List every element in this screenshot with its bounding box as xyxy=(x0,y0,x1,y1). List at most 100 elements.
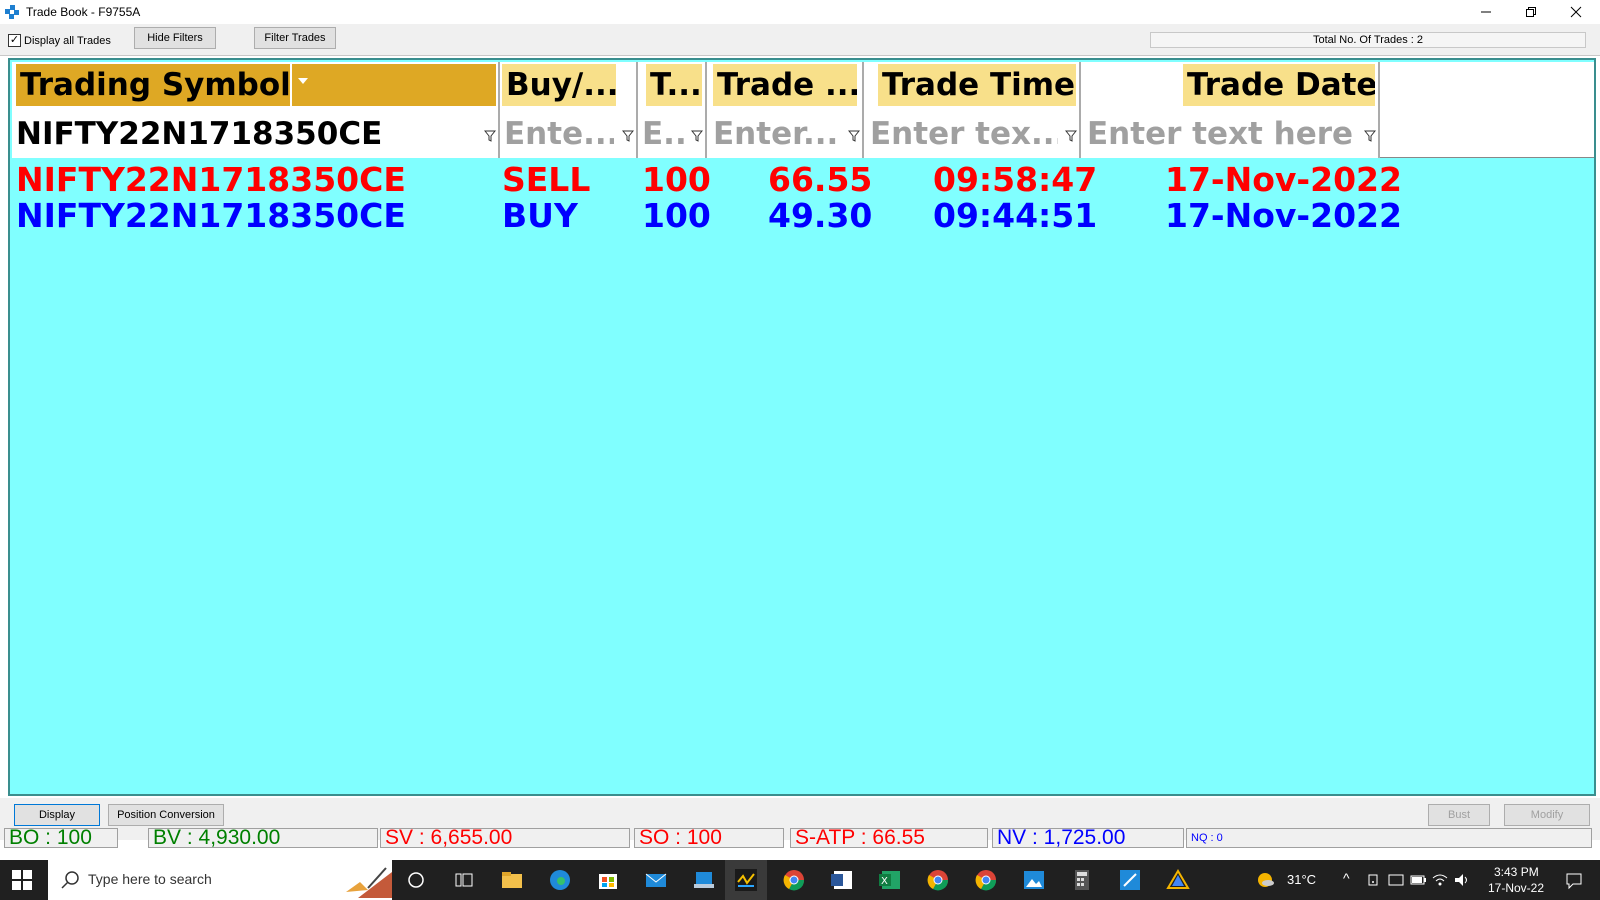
filter-buy-sell[interactable]: Ente... xyxy=(500,110,638,158)
filter-icon[interactable] xyxy=(848,130,860,142)
taskbar-search-box[interactable]: Type here to search xyxy=(48,860,392,900)
notification-icon[interactable] xyxy=(1560,866,1588,894)
sort-indicator[interactable] xyxy=(292,64,496,106)
store-icon[interactable] xyxy=(594,866,622,894)
cell-price: 66.55 xyxy=(768,160,873,199)
bust-button[interactable]: Bust xyxy=(1428,804,1490,826)
filter-icon[interactable] xyxy=(484,130,496,142)
edge-icon[interactable] xyxy=(546,866,574,894)
chrome-profile2-icon[interactable] xyxy=(972,866,1000,894)
filter-input[interactable]: Enter text here xyxy=(1087,114,1355,154)
task-view-icon[interactable] xyxy=(450,866,478,894)
position-conversion-button[interactable]: Position Conversion xyxy=(108,804,224,826)
restore-button[interactable] xyxy=(1508,0,1554,24)
cell-symbol: NIFTY22N1718350CE xyxy=(16,160,406,199)
word-icon[interactable] xyxy=(828,866,856,894)
filter-icon[interactable] xyxy=(1065,130,1077,142)
photos-icon[interactable] xyxy=(1020,866,1048,894)
status-nq: NQ : 0 xyxy=(1186,828,1592,848)
grid-filter-row: NIFTY22N1718350CE Ente... E.. Enter... E… xyxy=(12,110,1594,158)
filter-trading-symbol[interactable]: NIFTY22N1718350CE xyxy=(12,110,500,158)
chrome-icon[interactable] xyxy=(780,866,808,894)
clock-time[interactable]: 3:43 PM xyxy=(1494,865,1539,879)
cortana-icon[interactable] xyxy=(402,866,430,894)
column-header-trading-symbol[interactable]: Trading Symbol xyxy=(12,62,500,110)
table-row[interactable]: NIFTY22N1718350CE SELL 100 66.55 09:58:4… xyxy=(12,162,1594,198)
app-icon xyxy=(5,5,19,19)
column-header-trade-time[interactable]: Trade Time xyxy=(864,62,1081,110)
chrome-profile-icon[interactable] xyxy=(924,866,952,894)
filter-trade-price[interactable]: Enter... xyxy=(707,110,864,158)
display-all-trades-label: Display all Trades xyxy=(24,34,111,47)
status-bo: BO : 100 xyxy=(4,828,118,848)
volume-icon[interactable] xyxy=(1448,866,1476,894)
status-so: SO : 100 xyxy=(634,828,784,848)
filter-input[interactable]: Enter... xyxy=(713,114,839,154)
svg-text:X: X xyxy=(881,876,888,887)
column-header-label: Buy/... xyxy=(502,64,616,106)
cell-symbol: NIFTY22N1718350CE xyxy=(16,196,406,235)
cell-date: 17-Nov-2022 xyxy=(1165,196,1402,235)
column-header-quantity[interactable]: T... xyxy=(638,62,707,110)
clock-date[interactable]: 17-Nov-22 xyxy=(1488,881,1544,895)
taskbar: Type here to search X 31°C ^ 3:43 PM 17-… xyxy=(0,860,1600,900)
weather-temperature[interactable]: 31°C xyxy=(1287,872,1316,887)
file-explorer-icon[interactable] xyxy=(498,866,526,894)
filter-trade-time[interactable]: Enter tex... xyxy=(864,110,1081,158)
filter-quantity[interactable]: E.. xyxy=(638,110,707,158)
modify-button[interactable]: Modify xyxy=(1504,804,1590,826)
close-button[interactable] xyxy=(1553,0,1599,24)
toolbar: ✓ Display all Trades Hide Filters Filter… xyxy=(0,24,1600,56)
mail-icon[interactable] xyxy=(642,866,670,894)
cell-quantity: 100 xyxy=(642,196,711,235)
display-all-trades-checkbox[interactable]: ✓ Display all Trades xyxy=(8,34,111,47)
filter-input[interactable]: Enter tex... xyxy=(870,114,1058,154)
grid-header-row: Trading Symbol Buy/... T... Trade ... Tr… xyxy=(12,62,1594,110)
cell-side: SELL xyxy=(502,160,591,199)
excel-icon[interactable]: X xyxy=(876,866,904,894)
filter-icon[interactable] xyxy=(1364,130,1376,142)
filter-input[interactable]: E.. xyxy=(642,114,686,154)
status-bv: BV : 4,930.00 xyxy=(148,828,378,848)
drive-icon[interactable] xyxy=(1164,866,1192,894)
filter-trades-button[interactable]: Filter Trades xyxy=(254,27,336,49)
windows-start-icon[interactable] xyxy=(12,870,32,890)
search-icon xyxy=(61,871,79,889)
column-header-label: Trading Symbol xyxy=(16,64,290,106)
weather-icon[interactable] xyxy=(1252,866,1280,894)
filter-trade-date[interactable]: Enter text here xyxy=(1081,110,1380,158)
cell-time: 09:58:47 xyxy=(933,160,1098,199)
column-header-trade-price[interactable]: Trade ... xyxy=(707,62,864,110)
column-header-label: Trade Date xyxy=(1183,64,1375,106)
show-hidden-icons-icon[interactable]: ^ xyxy=(1343,870,1350,886)
status-sv: SV : 6,655.00 xyxy=(380,828,630,848)
search-placeholder: Type here to search xyxy=(88,871,212,887)
trading-app-icon[interactable] xyxy=(732,866,760,894)
table-row[interactable]: NIFTY22N1718350CE BUY 100 49.30 09:44:51… xyxy=(12,198,1594,234)
bottom-bar: Display Position Conversion Bust Modify … xyxy=(0,798,1600,848)
calculator-icon[interactable] xyxy=(1068,866,1096,894)
filter-icon[interactable] xyxy=(622,130,634,142)
column-header-label: T... xyxy=(646,64,702,106)
column-header-buy-sell[interactable]: Buy/... xyxy=(500,62,638,110)
filter-input[interactable]: NIFTY22N1718350CE xyxy=(16,114,476,154)
filter-icon[interactable] xyxy=(691,130,703,142)
cell-date: 17-Nov-2022 xyxy=(1165,160,1402,199)
filter-input[interactable]: Ente... xyxy=(504,114,614,154)
minimize-button[interactable] xyxy=(1463,0,1509,24)
column-header-trade-date[interactable]: Trade Date xyxy=(1081,62,1380,110)
app-icon[interactable] xyxy=(690,866,718,894)
cell-quantity: 100 xyxy=(642,160,711,199)
title-bar: Trade Book - F9755A xyxy=(0,0,1600,24)
column-header-label: Trade ... xyxy=(713,64,857,106)
status-satp: S-ATP : 66.55 xyxy=(790,828,988,848)
status-nv: NV : 1,725.00 xyxy=(992,828,1184,848)
display-button[interactable]: Display xyxy=(14,804,100,826)
restore-icon xyxy=(1526,7,1536,17)
snipping-icon[interactable] xyxy=(1116,866,1144,894)
search-highlight-icon xyxy=(346,867,392,898)
cell-price: 49.30 xyxy=(768,196,873,235)
close-icon xyxy=(1570,6,1582,18)
checkmark-icon[interactable]: ✓ xyxy=(8,34,21,47)
hide-filters-button[interactable]: Hide Filters xyxy=(134,27,216,49)
